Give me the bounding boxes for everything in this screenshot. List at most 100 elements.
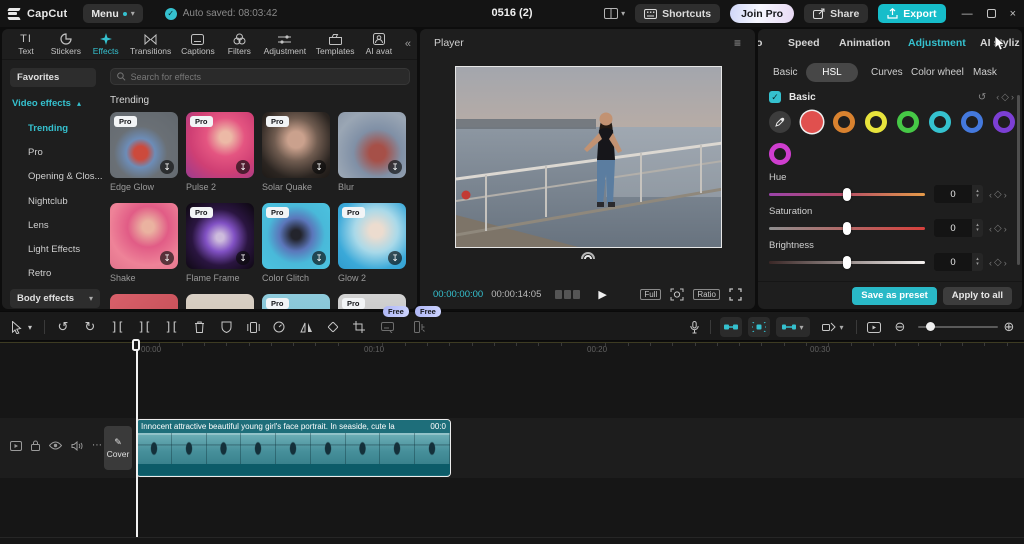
subtab-basic[interactable]: Basic	[764, 63, 806, 82]
slider-thumb[interactable]	[843, 188, 851, 201]
slider-thumb[interactable]	[843, 256, 851, 269]
hue-value[interactable]: 0	[934, 185, 972, 203]
maximize-button[interactable]	[987, 9, 996, 18]
collapse-panel-button[interactable]: «	[405, 38, 417, 50]
category-lens[interactable]: Lens	[28, 220, 49, 231]
shortcuts-button[interactable]: Shortcuts	[635, 4, 720, 23]
brightness-slider[interactable]	[769, 261, 925, 264]
effect-card-glow-2[interactable]: Pro ↧ Glow 2	[338, 203, 406, 283]
timeline-ruler[interactable]: 00:0000:1000:2000:30	[0, 342, 1024, 355]
effect-card-color-glitch[interactable]: Pro ↧ Color Glitch	[262, 203, 330, 283]
effect-thumbnail[interactable]: ↧	[338, 112, 406, 178]
chevron-down-icon[interactable]: ▾	[25, 312, 35, 342]
delete-button[interactable]	[190, 312, 208, 342]
delete-right-button[interactable]: ][	[162, 312, 180, 342]
undo-button[interactable]: ↺	[54, 312, 72, 342]
swatch-magenta[interactable]	[769, 143, 791, 165]
effect-thumbnail[interactable]	[186, 294, 254, 309]
speed-button[interactable]	[270, 312, 288, 342]
rail-tab-filters[interactable]: Filters	[226, 32, 252, 56]
zoom-in-button[interactable]: ⊕	[1000, 312, 1018, 342]
category-retro[interactable]: Retro	[28, 268, 51, 279]
timeline-zoom-slider[interactable]	[918, 326, 998, 328]
saturation-slider[interactable]	[769, 227, 925, 230]
mute-track-icon[interactable]	[71, 441, 83, 451]
hide-track-icon[interactable]	[49, 441, 62, 450]
mirror-button[interactable]	[297, 312, 315, 342]
effect-thumbnail[interactable]: Pro ↧	[262, 112, 330, 178]
edit-cover-button[interactable]: ✎ Cover	[104, 426, 132, 470]
crop-button[interactable]	[350, 312, 368, 342]
frame-step-icons[interactable]	[555, 290, 580, 299]
delete-left-button[interactable]: ][	[135, 312, 153, 342]
split-button[interactable]: ][	[108, 312, 126, 342]
effect-thumbnail[interactable]: Pro ↧	[186, 203, 254, 269]
rail-tab-effects[interactable]: Effects	[93, 32, 119, 56]
stepper-control[interactable]: ▴▾	[972, 185, 983, 203]
effects-search[interactable]	[110, 68, 410, 85]
effect-thumbnail[interactable]: Pro ↧	[186, 112, 254, 178]
player-menu-icon[interactable]: ≡	[734, 36, 741, 50]
subtab-hsl[interactable]: HSL	[806, 63, 858, 82]
keyframe-control[interactable]: ‹◇›	[989, 257, 1007, 268]
category-light-effects[interactable]: Light Effects	[28, 244, 80, 255]
category-pro[interactable]: Pro	[28, 147, 43, 158]
slider-thumb[interactable]	[843, 222, 851, 235]
category-favorites[interactable]: Favorites	[10, 68, 96, 87]
effect-card[interactable]	[186, 294, 254, 309]
tab-video[interactable]: Video	[758, 37, 762, 49]
rail-tab-stickers[interactable]: Stickers	[52, 32, 80, 56]
tab-adjustment[interactable]: Adjustment	[908, 37, 966, 49]
export-button[interactable]: Export	[878, 4, 945, 23]
keyframe-control[interactable]: ‹◇›	[989, 189, 1007, 200]
lock-track-icon[interactable]	[31, 440, 40, 451]
effect-thumbnail[interactable]: Pro	[262, 294, 330, 309]
layout-switcher-button[interactable]: ▾	[604, 8, 625, 19]
share-button[interactable]: Share	[804, 4, 868, 23]
video-clip[interactable]: Innocent attractive beautiful young girl…	[136, 419, 451, 477]
apply-to-all-button[interactable]: Apply to all	[943, 287, 1012, 305]
download-icon[interactable]: ↧	[160, 251, 174, 265]
redo-button[interactable]: ↻	[81, 312, 99, 342]
saturation-value[interactable]: 0	[934, 219, 972, 237]
select-tool-button[interactable]	[8, 312, 24, 342]
stepper-control[interactable]: ▴▾	[972, 219, 983, 237]
rail-tab-transitions[interactable]: Transitions	[132, 32, 170, 56]
effects-search-input[interactable]	[131, 72, 403, 82]
ratio-button[interactable]: Ratio	[693, 289, 720, 300]
swatch-blue[interactable]	[961, 111, 983, 133]
panel-scrollbar[interactable]	[1017, 95, 1020, 265]
swatch-teal[interactable]	[929, 111, 951, 133]
mask-button[interactable]	[217, 312, 235, 342]
stepper-control[interactable]: ▴▾	[972, 253, 983, 271]
swatch-purple[interactable]	[993, 111, 1015, 133]
effect-card-pulse-2[interactable]: Pro ↧ Pulse 2	[186, 112, 254, 192]
extract-clip-button[interactable]: Free	[409, 312, 429, 342]
join-pro-button[interactable]: Join Pro	[730, 4, 794, 23]
effect-thumbnail[interactable]	[110, 294, 178, 309]
play-button[interactable]: ▶	[598, 288, 606, 301]
close-button[interactable]: ×	[1010, 8, 1016, 20]
category-opening-closing[interactable]: Opening & Clos...	[28, 171, 102, 182]
rail-tab-text[interactable]: TI Text	[13, 32, 39, 56]
more-options-icon[interactable]: ⋯	[92, 440, 103, 451]
effect-card[interactable]	[110, 294, 178, 309]
tab-animation[interactable]: Animation	[839, 37, 890, 49]
playhead-line[interactable]	[136, 342, 138, 537]
menu-button[interactable]: Menu ▾	[83, 4, 142, 23]
keyframe-control[interactable]: ‹◇›	[989, 223, 1007, 234]
brightness-value[interactable]: 0	[934, 253, 972, 271]
full-preview-button[interactable]: Full	[640, 289, 661, 300]
effect-card-blur[interactable]: ↧ Blur	[338, 112, 406, 192]
fit-zoom-button[interactable]	[670, 288, 684, 301]
track-thumbnail-icon[interactable]	[10, 441, 22, 451]
fullscreen-button[interactable]	[729, 288, 742, 301]
preview-axis-toggle[interactable]: ▾	[776, 317, 810, 337]
rail-tab-templates[interactable]: Templates	[317, 32, 353, 56]
overlay-button[interactable]	[243, 312, 263, 342]
download-icon[interactable]: ↧	[236, 251, 250, 265]
hue-slider[interactable]	[769, 193, 925, 196]
preview-mode-button[interactable]	[864, 312, 884, 342]
effect-thumbnail[interactable]: Pro ↧	[110, 112, 178, 178]
download-icon[interactable]: ↧	[160, 160, 174, 174]
